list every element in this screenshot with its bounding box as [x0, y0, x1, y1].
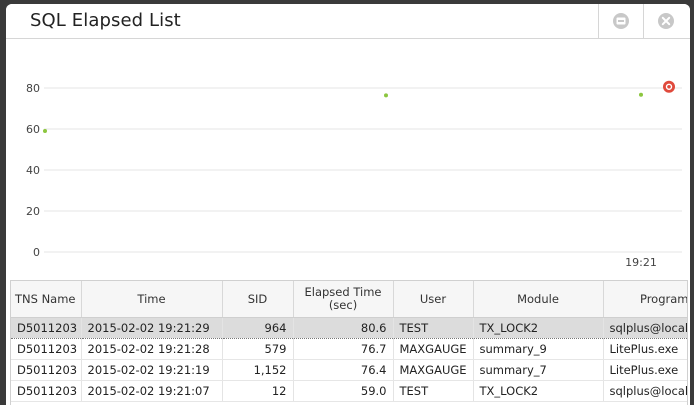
cell-user: TEST: [393, 317, 474, 339]
column-header-program[interactable]: Program: [603, 281, 687, 318]
cell-program: LitePlus.exe: [603, 338, 687, 360]
cell-program: sqlplus@localh: [603, 317, 687, 339]
cell-module: summary_9: [473, 338, 604, 360]
column-header-elapsed[interactable]: Elapsed Time (sec): [293, 281, 394, 318]
cell-time: 2015-02-02 19:21:29: [81, 317, 223, 339]
sql-elapsed-window: SQL Elapsed List 0 20 40 60 80 19:21 TNS…: [6, 4, 690, 405]
y-tick-label: 20: [26, 205, 40, 218]
cell-elapsed: 76.7: [293, 338, 394, 360]
title-bar: SQL Elapsed List: [6, 4, 690, 39]
minimize-icon: [613, 13, 629, 29]
close-icon: [658, 13, 674, 29]
cell-sid: 964: [222, 317, 294, 339]
data-point[interactable]: [384, 93, 388, 98]
cell-program: LitePlus.exe: [603, 359, 687, 381]
minimize-button[interactable]: [599, 4, 643, 38]
elapsed-time-chart: 0 20 40 60 80 19:21: [26, 80, 682, 269]
y-tick-label: 0: [33, 246, 40, 259]
cell-user: MAXGAUGE: [393, 359, 474, 381]
sql-elapsed-table: TNS Name Time SID Elapsed Time (sec) User Modu…: [10, 280, 688, 405]
cell-tns: D5011203: [11, 380, 82, 402]
cell-module: TX_LOCK2: [473, 317, 604, 339]
data-point[interactable]: [43, 129, 47, 134]
cell-tns: D5011203: [11, 338, 82, 360]
close-button[interactable]: [644, 4, 688, 38]
table-row[interactable]: D5011203 2015-02-02 19:21:29 964 80.6 TEST TX…: [11, 317, 687, 339]
cell-module: summary_7: [473, 359, 604, 381]
cell-sid: 579: [222, 338, 294, 360]
data-point[interactable]: [639, 92, 643, 97]
x-tick-label: 19:21: [625, 256, 657, 269]
window-title: SQL Elapsed List: [30, 10, 181, 31]
cell-user: TEST: [393, 380, 474, 402]
table-row[interactable]: D5011203 2015-02-02 19:21:07 12 59.0 TEST TX_…: [11, 380, 687, 402]
cell-module: TX_LOCK2: [473, 380, 604, 402]
cell-program: sqlplus@localh: [603, 380, 687, 402]
column-header-user[interactable]: User: [393, 281, 474, 318]
cell-user: MAXGAUGE: [393, 338, 474, 360]
cell-time: 2015-02-02 19:21:07: [81, 380, 223, 402]
cell-time: 2015-02-02 19:21:19: [81, 359, 223, 381]
column-header-sid[interactable]: SID: [222, 281, 294, 318]
cell-elapsed: 80.6: [293, 317, 394, 339]
cell-tns: D5011203: [11, 359, 82, 381]
cell-elapsed: 76.4: [293, 359, 394, 381]
cell-tns: D5011203: [11, 317, 82, 339]
column-header-time[interactable]: Time: [81, 281, 223, 318]
highlighted-point-center: [667, 84, 671, 89]
table-header: TNS Name Time SID Elapsed Time (sec) User Modu…: [11, 281, 687, 318]
cell-elapsed: 59.0: [293, 380, 394, 402]
y-tick-label: 60: [26, 123, 40, 136]
y-tick-label: 40: [26, 164, 40, 177]
y-tick-label: 80: [26, 82, 40, 95]
table-row[interactable]: D5011203 2015-02-02 19:21:19 1,152 76.4 MAXG…: [11, 359, 687, 381]
cell-sid: 1,152: [222, 359, 294, 381]
column-header-module[interactable]: Module: [473, 281, 604, 318]
cell-sid: 12: [222, 380, 294, 402]
table-row[interactable]: D5011203 2015-02-02 19:21:28 579 76.7 MAXGAU…: [11, 338, 687, 360]
cell-time: 2015-02-02 19:21:28: [81, 338, 223, 360]
column-header-tns[interactable]: TNS Name: [11, 281, 82, 318]
